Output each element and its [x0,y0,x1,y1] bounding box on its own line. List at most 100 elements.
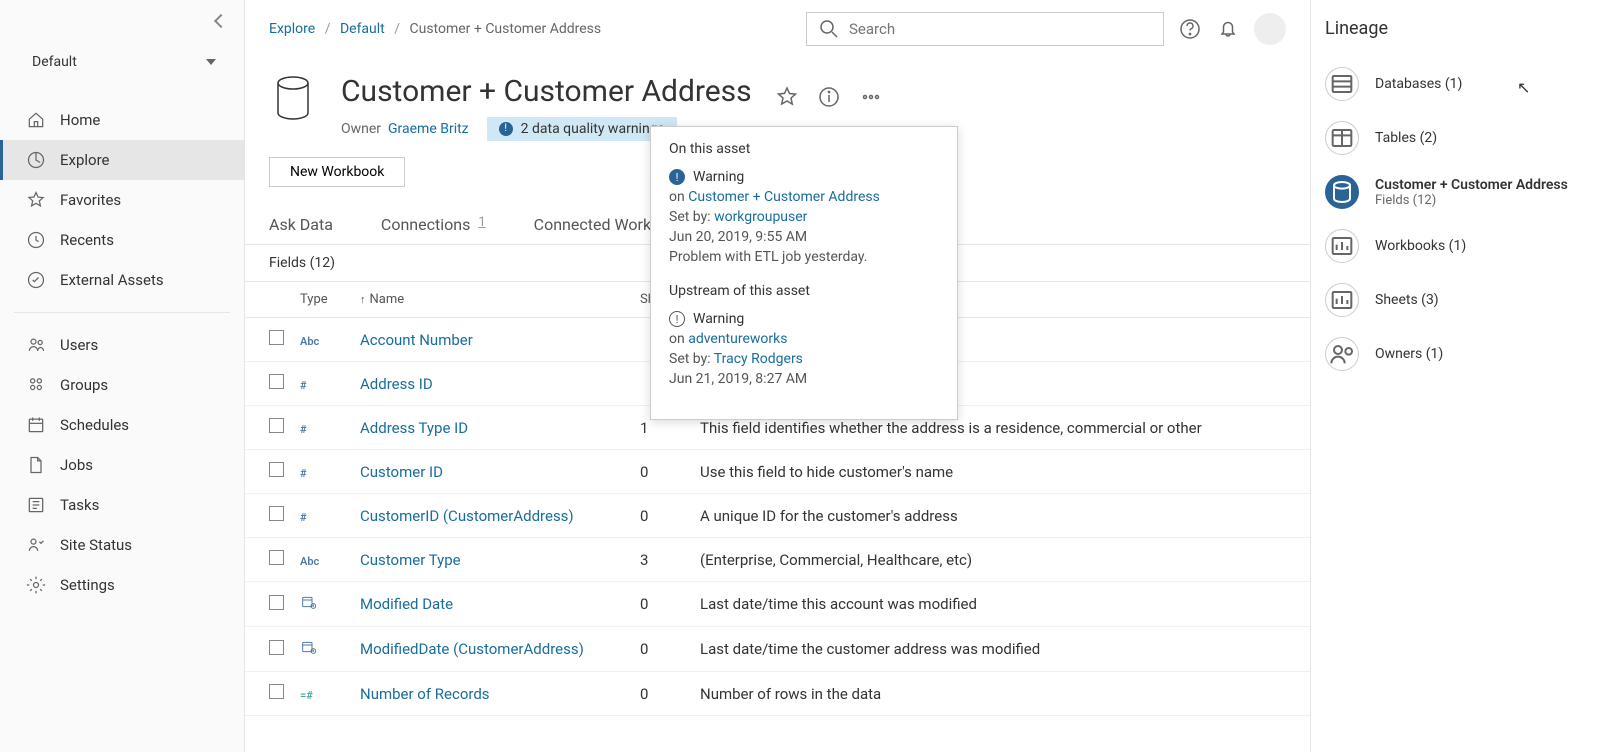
row-checkbox[interactable] [269,462,284,477]
breadcrumb: Explore / Default / Customer + Customer … [269,21,792,37]
nav-icon [26,495,46,515]
crumb-default[interactable]: Default [340,21,385,37]
lineage-title: Lineage [1325,18,1584,39]
warning-popover: On this asset !Warning on Customer + Cus… [650,126,958,420]
lineage-icon [1325,283,1359,317]
row-checkbox[interactable] [269,640,284,655]
row-checkbox[interactable] [269,550,284,565]
table-row[interactable]: =#Number of Records0Number of rows in th… [245,672,1310,716]
table-row[interactable]: AbcCustomer Type3(Enterprise, Commercial… [245,538,1310,582]
chevron-down-icon [206,59,216,65]
row-checkbox[interactable] [269,418,284,433]
field-sheets: 0 [632,582,692,627]
tab-connections[interactable]: Connections1 [375,215,492,244]
nav-item-tasks[interactable]: Tasks [0,485,244,525]
warning-upstream-link[interactable]: adventureworks [688,331,787,347]
page-title: Customer + Customer Address [341,74,752,109]
row-checkbox[interactable] [269,506,284,521]
nav-item-settings[interactable]: Settings [0,565,244,605]
table-row[interactable]: #Customer ID0Use this field to hide cust… [245,450,1310,494]
search-input[interactable] [849,20,1153,38]
nav-item-schedules[interactable]: Schedules [0,405,244,445]
crumb-current: Customer + Customer Address [410,21,602,37]
datasource-icon [269,74,317,122]
table-row[interactable]: ModifiedDate (CustomerAddress)0Last date… [245,627,1310,672]
nav-item-users[interactable]: Users [0,325,244,365]
field-sheets: 0 [632,672,692,716]
field-name: Customer ID [352,450,632,494]
col-name[interactable]: ↑Name [352,282,632,318]
nav-icon [26,575,46,595]
nav-icon [26,150,46,170]
warning-icon: ! [669,169,685,185]
field-sheets: 3 [632,538,692,582]
field-type: =# [292,672,352,716]
nav-item-recents[interactable]: Recents [0,220,244,260]
field-type: Abc [292,318,352,362]
field-sheets: 0 [632,450,692,494]
nav-item-explore[interactable]: Explore [0,140,244,180]
warning-icon: ! [669,311,685,327]
collapse-sidebar-icon[interactable] [214,14,228,28]
lineage-icon [1325,67,1359,101]
lineage-icon [1325,175,1359,209]
lineage-item[interactable]: Workbooks (1) [1325,219,1584,273]
warning-asset-link[interactable]: Customer + Customer Address [688,189,880,205]
field-type: # [292,406,352,450]
nav-item-home[interactable]: Home [0,100,244,140]
row-checkbox[interactable] [269,330,284,345]
more-icon[interactable] [859,85,883,109]
nav-icon [26,110,46,130]
field-desc: A unique ID for the customer's address [692,494,1310,538]
table-row[interactable]: #CustomerID (CustomerAddress)0A unique I… [245,494,1310,538]
nav-icon [26,190,46,210]
site-dropdown[interactable]: Default [32,54,216,70]
nav-item-jobs[interactable]: Jobs [0,445,244,485]
nav-icon [26,335,46,355]
field-type [292,582,352,627]
field-name: Number of Records [352,672,632,716]
field-name: Address ID [352,362,632,406]
field-name: Address Type ID [352,406,632,450]
field-sheets: 0 [632,627,692,672]
bell-icon[interactable] [1216,17,1240,41]
owner-link[interactable]: Graeme Britz [388,121,469,137]
field-name: CustomerID (CustomerAddress) [352,494,632,538]
field-desc: Last date/time this account was modified [692,582,1310,627]
nav-item-external-assets[interactable]: External Assets [0,260,244,300]
row-checkbox[interactable] [269,374,284,389]
nav-icon [26,455,46,475]
table-row[interactable]: Modified Date0Last date/time this accoun… [245,582,1310,627]
row-checkbox[interactable] [269,684,284,699]
star-icon[interactable] [775,85,799,109]
nav-item-groups[interactable]: Groups [0,365,244,405]
new-workbook-button[interactable]: New Workbook [269,157,405,187]
warning-setby-link[interactable]: Tracy Rodgers [714,351,803,367]
lineage-icon [1325,229,1359,263]
nav-icon [26,415,46,435]
field-name: Modified Date [352,582,632,627]
lineage-item[interactable]: Customer + Customer AddressFields (12) [1325,165,1584,219]
data-quality-warning-badge[interactable]: ! 2 data quality warnings [487,117,677,141]
lineage-item[interactable]: Owners (1) [1325,327,1584,381]
user-avatar[interactable] [1254,13,1286,45]
nav-item-site-status[interactable]: Site Status [0,525,244,565]
lineage-icon [1325,121,1359,155]
tab-ask-data[interactable]: Ask Data [263,215,339,244]
field-desc: Number of rows in the data [692,672,1310,716]
search-box[interactable] [806,12,1164,46]
warning-setby-link[interactable]: workgroupuser [714,209,807,225]
nav-icon [26,270,46,290]
col-type[interactable]: Type [292,282,352,318]
field-type: # [292,494,352,538]
info-icon[interactable] [817,85,841,109]
lineage-item[interactable]: Databases (1) [1325,57,1584,111]
nav-item-favorites[interactable]: Favorites [0,180,244,220]
lineage-icon [1325,337,1359,371]
help-icon[interactable] [1178,17,1202,41]
lineage-item[interactable]: Sheets (3) [1325,273,1584,327]
crumb-explore[interactable]: Explore [269,21,315,37]
lineage-item[interactable]: Tables (2) [1325,111,1584,165]
lineage-panel: Lineage Databases (1)Tables (2)Customer … [1310,0,1600,752]
row-checkbox[interactable] [269,595,284,610]
